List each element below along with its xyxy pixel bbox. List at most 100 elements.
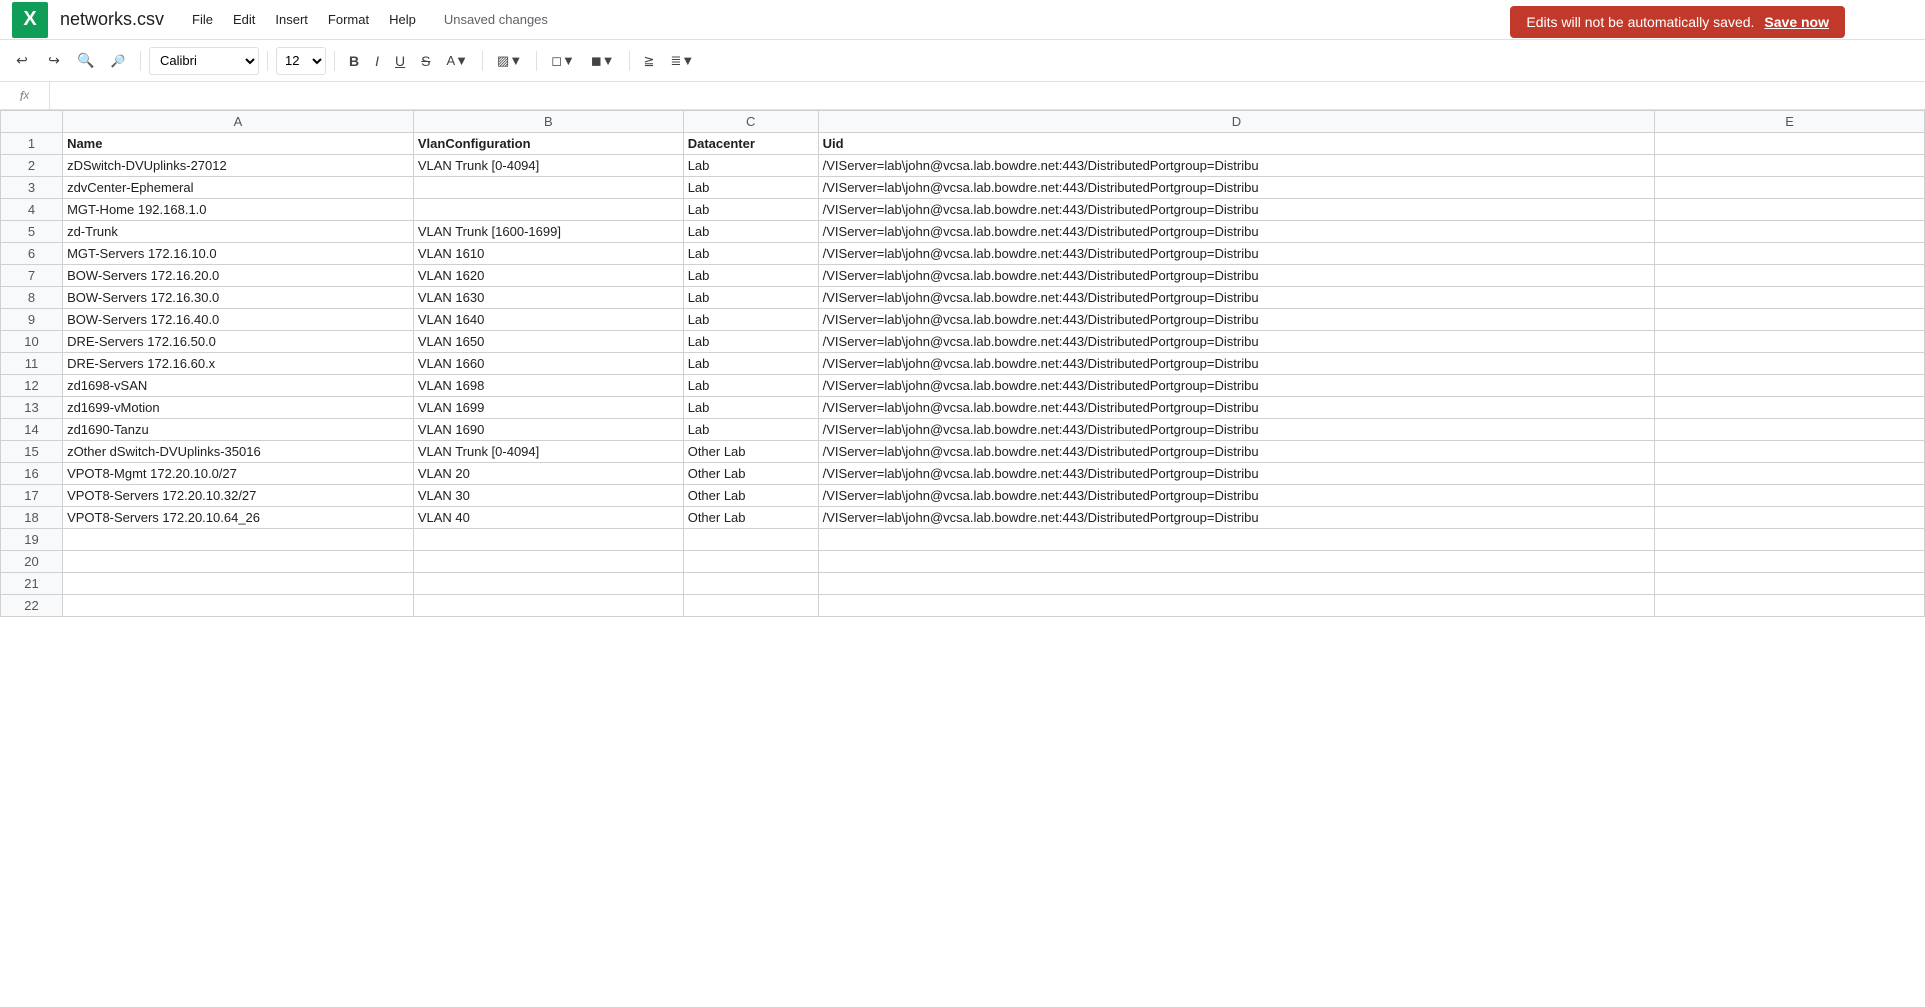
cell-e-1[interactable] xyxy=(1655,133,1925,155)
cell-a-1[interactable]: Name xyxy=(63,133,414,155)
zoom-out-button[interactable]: 🔎 xyxy=(104,47,132,75)
formula-input[interactable] xyxy=(50,88,1925,103)
spreadsheet[interactable]: A B C D E 1NameVlanConfigurationDatacent… xyxy=(0,110,1925,1005)
cell-d-22[interactable] xyxy=(818,595,1655,617)
cell-d-21[interactable] xyxy=(818,573,1655,595)
align-left-button[interactable]: ≧ xyxy=(638,47,661,75)
cell-d-18[interactable]: /VIServer=lab\john@vcsa.lab.bowdre.net:4… xyxy=(818,507,1655,529)
underline-button[interactable]: U xyxy=(389,47,411,75)
cell-a-3[interactable]: zdvCenter-Ephemeral xyxy=(63,177,414,199)
cell-c-17[interactable]: Other Lab xyxy=(683,485,818,507)
undo-button[interactable]: ↩ xyxy=(8,47,36,75)
cell-a-21[interactable] xyxy=(63,573,414,595)
cell-a-22[interactable] xyxy=(63,595,414,617)
cell-e-8[interactable] xyxy=(1655,287,1925,309)
cell-b-10[interactable]: VLAN 1650 xyxy=(413,331,683,353)
cell-b-1[interactable]: VlanConfiguration xyxy=(413,133,683,155)
cell-a-19[interactable] xyxy=(63,529,414,551)
cell-a-6[interactable]: MGT-Servers 172.16.10.0 xyxy=(63,243,414,265)
cell-d-1[interactable]: Uid xyxy=(818,133,1655,155)
cell-b-16[interactable]: VLAN 20 xyxy=(413,463,683,485)
cell-c-20[interactable] xyxy=(683,551,818,573)
text-color-button[interactable]: A▼ xyxy=(440,47,474,75)
menu-help[interactable]: Help xyxy=(381,8,424,31)
cell-d-3[interactable]: /VIServer=lab\john@vcsa.lab.bowdre.net:4… xyxy=(818,177,1655,199)
redo-button[interactable]: ↪ xyxy=(40,47,68,75)
cell-a-10[interactable]: DRE-Servers 172.16.50.0 xyxy=(63,331,414,353)
cell-b-22[interactable] xyxy=(413,595,683,617)
cell-b-13[interactable]: VLAN 1699 xyxy=(413,397,683,419)
bold-button[interactable]: B xyxy=(343,47,365,75)
cell-a-20[interactable] xyxy=(63,551,414,573)
cell-c-5[interactable]: Lab xyxy=(683,221,818,243)
cell-b-17[interactable]: VLAN 30 xyxy=(413,485,683,507)
cell-e-6[interactable] xyxy=(1655,243,1925,265)
cell-d-8[interactable]: /VIServer=lab\john@vcsa.lab.bowdre.net:4… xyxy=(818,287,1655,309)
cell-d-19[interactable] xyxy=(818,529,1655,551)
cell-c-22[interactable] xyxy=(683,595,818,617)
cell-a-14[interactable]: zd1690-Tanzu xyxy=(63,419,414,441)
cell-a-16[interactable]: VPOT8-Mgmt 172.20.10.0/27 xyxy=(63,463,414,485)
cell-b-2[interactable]: VLAN Trunk [0-4094] xyxy=(413,155,683,177)
cell-e-13[interactable] xyxy=(1655,397,1925,419)
cell-b-9[interactable]: VLAN 1640 xyxy=(413,309,683,331)
cell-c-15[interactable]: Other Lab xyxy=(683,441,818,463)
italic-button[interactable]: I xyxy=(369,47,385,75)
cell-a-15[interactable]: zOther dSwitch-DVUplinks-35016 xyxy=(63,441,414,463)
cell-b-6[interactable]: VLAN 1610 xyxy=(413,243,683,265)
cell-e-10[interactable] xyxy=(1655,331,1925,353)
menu-insert[interactable]: Insert xyxy=(267,8,316,31)
cell-a-9[interactable]: BOW-Servers 172.16.40.0 xyxy=(63,309,414,331)
cell-b-18[interactable]: VLAN 40 xyxy=(413,507,683,529)
cell-d-2[interactable]: /VIServer=lab\john@vcsa.lab.bowdre.net:4… xyxy=(818,155,1655,177)
cell-a-11[interactable]: DRE-Servers 172.16.60.x xyxy=(63,353,414,375)
cell-c-14[interactable]: Lab xyxy=(683,419,818,441)
font-size-selector[interactable]: 10 12 14 16 xyxy=(276,47,326,75)
cell-c-9[interactable]: Lab xyxy=(683,309,818,331)
cell-b-7[interactable]: VLAN 1620 xyxy=(413,265,683,287)
cell-c-18[interactable]: Other Lab xyxy=(683,507,818,529)
cell-b-11[interactable]: VLAN 1660 xyxy=(413,353,683,375)
cell-c-6[interactable]: Lab xyxy=(683,243,818,265)
cell-c-4[interactable]: Lab xyxy=(683,199,818,221)
cell-c-21[interactable] xyxy=(683,573,818,595)
col-header-b[interactable]: B xyxy=(413,111,683,133)
cell-d-4[interactable]: /VIServer=lab\john@vcsa.lab.bowdre.net:4… xyxy=(818,199,1655,221)
cell-e-15[interactable] xyxy=(1655,441,1925,463)
cell-c-12[interactable]: Lab xyxy=(683,375,818,397)
cell-e-9[interactable] xyxy=(1655,309,1925,331)
cell-d-5[interactable]: /VIServer=lab\john@vcsa.lab.bowdre.net:4… xyxy=(818,221,1655,243)
cell-c-7[interactable]: Lab xyxy=(683,265,818,287)
cell-e-11[interactable] xyxy=(1655,353,1925,375)
cell-e-21[interactable] xyxy=(1655,573,1925,595)
cell-a-7[interactable]: BOW-Servers 172.16.20.0 xyxy=(63,265,414,287)
cell-c-16[interactable]: Other Lab xyxy=(683,463,818,485)
cell-a-17[interactable]: VPOT8-Servers 172.20.10.32/27 xyxy=(63,485,414,507)
cell-e-4[interactable] xyxy=(1655,199,1925,221)
cell-a-5[interactable]: zd-Trunk xyxy=(63,221,414,243)
cell-e-18[interactable] xyxy=(1655,507,1925,529)
cell-d-17[interactable]: /VIServer=lab\john@vcsa.lab.bowdre.net:4… xyxy=(818,485,1655,507)
cell-d-16[interactable]: /VIServer=lab\john@vcsa.lab.bowdre.net:4… xyxy=(818,463,1655,485)
align-button[interactable]: ≣▼ xyxy=(664,47,700,75)
cell-c-11[interactable]: Lab xyxy=(683,353,818,375)
cell-d-11[interactable]: /VIServer=lab\john@vcsa.lab.bowdre.net:4… xyxy=(818,353,1655,375)
cell-a-2[interactable]: zDSwitch-DVUplinks-27012 xyxy=(63,155,414,177)
col-header-d[interactable]: D xyxy=(818,111,1655,133)
cell-b-14[interactable]: VLAN 1690 xyxy=(413,419,683,441)
cell-b-8[interactable]: VLAN 1630 xyxy=(413,287,683,309)
cell-c-8[interactable]: Lab xyxy=(683,287,818,309)
cell-d-15[interactable]: /VIServer=lab\john@vcsa.lab.bowdre.net:4… xyxy=(818,441,1655,463)
cell-b-15[interactable]: VLAN Trunk [0-4094] xyxy=(413,441,683,463)
cell-e-2[interactable] xyxy=(1655,155,1925,177)
cell-c-10[interactable]: Lab xyxy=(683,331,818,353)
cell-e-22[interactable] xyxy=(1655,595,1925,617)
menu-format[interactable]: Format xyxy=(320,8,377,31)
merge-button[interactable]: ◼▼ xyxy=(585,47,621,75)
cell-c-1[interactable]: Datacenter xyxy=(683,133,818,155)
cell-b-19[interactable] xyxy=(413,529,683,551)
cell-a-8[interactable]: BOW-Servers 172.16.30.0 xyxy=(63,287,414,309)
cell-d-10[interactable]: /VIServer=lab\john@vcsa.lab.bowdre.net:4… xyxy=(818,331,1655,353)
menu-file[interactable]: File xyxy=(184,8,221,31)
strikethrough-button[interactable]: S xyxy=(415,47,436,75)
